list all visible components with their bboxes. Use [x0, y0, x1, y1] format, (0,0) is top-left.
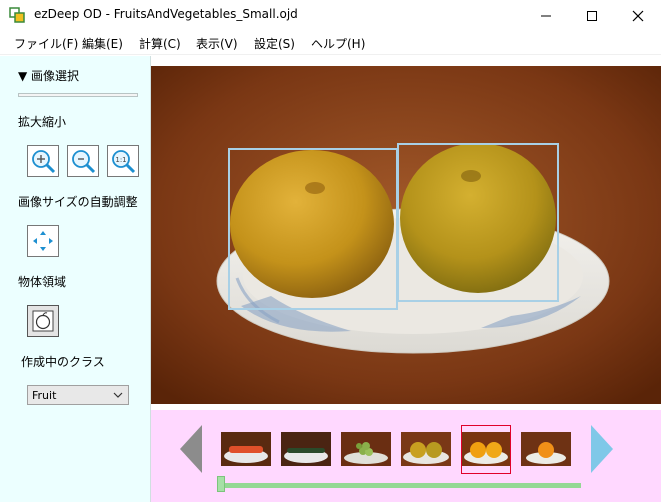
zoom-in-button[interactable] — [27, 145, 59, 177]
thumbnail-image — [401, 432, 451, 466]
section-header-image-select[interactable]: ▼ 画像選択 — [18, 67, 79, 84]
zoom-label: 拡大縮小 — [18, 115, 67, 129]
thumbnail-item[interactable] — [521, 432, 571, 466]
sidebar: ▼ 画像選択 拡大縮小 1:1 画像サイズの自動調整 物体領域 作成中のクラス … — [0, 56, 151, 502]
next-arrow-icon[interactable] — [591, 425, 613, 473]
bounding-box[interactable] — [397, 143, 559, 302]
object-region-icon — [32, 310, 54, 332]
zoom-out-button[interactable] — [67, 145, 99, 177]
title-bar: ezDeep OD - FruitsAndVegetables_Small.oj… — [0, 0, 661, 31]
thumbnail-selected[interactable] — [461, 425, 511, 474]
object-region-button[interactable] — [27, 305, 59, 337]
thumbnail-item[interactable] — [221, 432, 271, 466]
fit-to-window-button[interactable] — [27, 225, 59, 257]
window-title: ezDeep OD - FruitsAndVegetables_Small.oj… — [34, 7, 298, 21]
bounding-box[interactable] — [228, 148, 398, 310]
app-icon — [9, 7, 25, 23]
thumbnail-image — [462, 432, 510, 466]
previous-arrow-icon[interactable] — [180, 425, 202, 473]
class-label: 作成中のクラス — [21, 355, 105, 369]
thumbnail-item[interactable] — [401, 432, 451, 466]
menu-bar: ファイル(F) 編集(E) 計算(C) 表示(V) 設定(S) ヘルプ(H) — [0, 31, 661, 55]
thumbnail-item[interactable] — [341, 432, 391, 466]
menu-settings[interactable]: 設定(S) — [254, 35, 295, 52]
section-divider — [18, 93, 138, 97]
image-viewer[interactable] — [151, 66, 661, 404]
thumbnail-image — [521, 432, 571, 466]
class-dropdown[interactable]: Fruit — [27, 385, 129, 405]
menu-compute[interactable]: 計算(C) — [139, 35, 181, 52]
thumbnail-strip — [151, 410, 661, 502]
thumbnail-image — [221, 432, 271, 466]
zoom-out-icon — [72, 150, 96, 174]
minimize-button[interactable] — [523, 0, 569, 31]
maximize-button[interactable] — [569, 0, 615, 31]
zoom-actual-size-button[interactable]: 1:1 — [107, 145, 139, 177]
close-icon — [632, 10, 644, 21]
menu-file[interactable]: ファイル(F) — [14, 35, 78, 52]
thumbnail-scrollbar[interactable] — [219, 483, 581, 488]
chevron-down-icon — [113, 392, 123, 398]
thumbnail-item[interactable] — [281, 432, 331, 466]
zoom-actual-size-icon: 1:1 — [112, 150, 136, 174]
region-label: 物体領域 — [18, 275, 67, 289]
close-button[interactable] — [615, 0, 661, 31]
maximize-icon — [587, 10, 597, 21]
menu-view[interactable]: 表示(V) — [196, 35, 238, 52]
svg-text:1:1: 1:1 — [115, 156, 126, 164]
thumbnail-image — [281, 432, 331, 466]
class-dropdown-value: Fruit — [32, 388, 57, 402]
minimize-icon — [541, 15, 551, 16]
menu-help[interactable]: ヘルプ(H) — [311, 35, 365, 52]
auto-fit-label: 画像サイズの自動調整 — [18, 195, 138, 209]
thumbnail-image — [341, 432, 391, 466]
thumbnail-scrollbar-handle[interactable] — [217, 476, 225, 492]
zoom-in-icon — [32, 150, 56, 174]
fit-to-window-icon — [33, 231, 53, 251]
menu-edit[interactable]: 編集(E) — [82, 35, 123, 52]
